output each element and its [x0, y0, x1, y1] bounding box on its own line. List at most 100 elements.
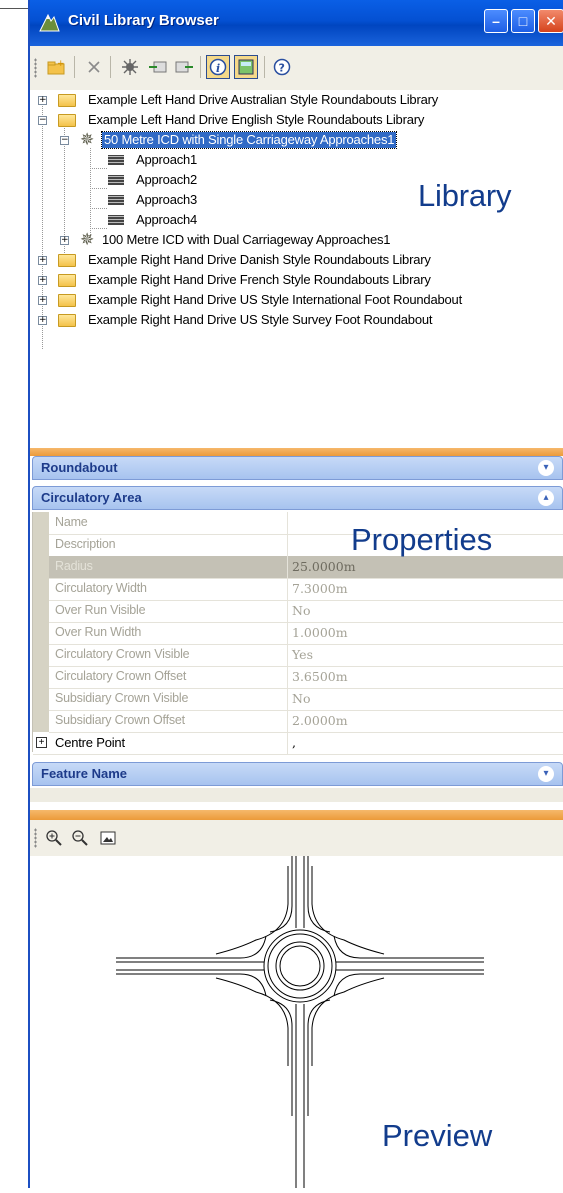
zoom-in-button[interactable]: [42, 826, 66, 850]
new-folder-icon: +: [47, 59, 65, 75]
maximize-icon: □: [518, 13, 528, 29]
approach-icon: [108, 155, 124, 165]
minimize-button[interactable]: –: [484, 9, 508, 33]
svg-text:i: i: [216, 62, 220, 75]
property-name: Radius: [49, 556, 287, 578]
property-value[interactable]: 3.6500m: [287, 666, 563, 688]
expand-icon[interactable]: +: [38, 296, 47, 305]
tree-item-library[interactable]: − Example Left Hand Drive English Style …: [30, 110, 563, 130]
zoom-extents-button[interactable]: [96, 826, 120, 850]
property-value[interactable]: 25.0000m: [287, 556, 563, 578]
properties-grid: Name Description Radius 25.0000m Circulat…: [32, 512, 563, 755]
property-row-circulatory-width[interactable]: Circulatory Width 7.3000m: [33, 578, 563, 601]
tree-item-roundabout-selected[interactable]: − ✵ 50 Metre ICD with Single Carriageway…: [30, 130, 563, 150]
window-title: Civil Library Browser: [68, 12, 219, 29]
info-button[interactable]: i: [206, 55, 230, 79]
add-item-button[interactable]: [118, 55, 142, 79]
property-row-subsidiary-crown-offset[interactable]: Subsidiary Crown Offset 2.0000m: [33, 710, 563, 733]
expand-icon[interactable]: +: [38, 316, 47, 325]
title-bar[interactable]: Civil Library Browser – □ ✕: [30, 0, 563, 46]
property-value[interactable]: No: [287, 688, 563, 710]
approach-icon: [108, 215, 124, 225]
property-value[interactable]: ,: [287, 732, 563, 754]
tree-item-label: Approach2: [136, 172, 198, 187]
property-row-centre-point[interactable]: + Centre Point,: [33, 732, 563, 755]
approach-icon: [108, 195, 124, 205]
tree-item-approach[interactable]: Approach1: [30, 150, 563, 170]
preview-splitter[interactable]: [30, 810, 563, 820]
collapse-icon[interactable]: −: [38, 116, 47, 125]
property-name: Over Run Width: [55, 625, 142, 639]
export-button[interactable]: [172, 55, 196, 79]
import-icon: [149, 61, 167, 73]
feature-name-section-header[interactable]: Feature Name ▾: [32, 762, 563, 786]
info-icon: i: [209, 58, 227, 76]
collapse-chevron-icon[interactable]: ▴: [538, 490, 554, 506]
property-row-radius[interactable]: Radius 25.0000m: [33, 556, 563, 579]
property-value[interactable]: 2.0000m: [287, 710, 563, 732]
section-title: Feature Name: [41, 766, 127, 781]
toolbar-grip[interactable]: [34, 58, 37, 78]
property-value[interactable]: 1.0000m: [287, 622, 563, 644]
tree-item-label: Approach4: [136, 212, 198, 227]
property-name: Circulatory Crown Visible: [55, 647, 190, 661]
maximize-button[interactable]: □: [511, 9, 535, 33]
properties-pane-button[interactable]: [234, 55, 258, 79]
properties-annotation: Properties: [351, 522, 493, 557]
close-button[interactable]: ✕: [538, 9, 563, 33]
property-row-circulatory-crown-offset[interactable]: Circulatory Crown Offset 3.6500m: [33, 666, 563, 689]
main-toolbar: + i ?: [30, 46, 563, 91]
preview-annotation: Preview: [382, 1118, 493, 1153]
toolbar-separator: [264, 56, 265, 78]
collapse-icon[interactable]: −: [60, 136, 69, 145]
property-name: Over Run Visible: [55, 603, 146, 617]
expand-chevron-icon[interactable]: ▾: [538, 766, 554, 782]
zoom-out-icon: [72, 830, 88, 846]
toolbar-separator: [74, 56, 75, 78]
library-tree: + Example Left Hand Drive Australian Sty…: [30, 90, 563, 448]
delete-button[interactable]: [82, 55, 106, 79]
property-value[interactable]: 7.3000m: [287, 578, 563, 600]
tree-item-roundabout[interactable]: + ✵ 100 Metre ICD with Dual Carriageway …: [30, 230, 563, 250]
tree-item-label: Approach1: [136, 152, 198, 167]
help-button[interactable]: ?: [270, 55, 294, 79]
expand-icon[interactable]: +: [38, 276, 47, 285]
tree-item-label: Approach3: [136, 192, 198, 207]
tree-item-library[interactable]: + Example Right Hand Drive Danish Style …: [30, 250, 563, 270]
library-splitter[interactable]: [30, 448, 563, 456]
section-title: Circulatory Area: [41, 490, 142, 505]
toolbar-separator: [200, 56, 201, 78]
library-annotation: Library: [418, 178, 512, 213]
property-name: Circulatory Width: [55, 581, 147, 595]
property-value[interactable]: No: [287, 600, 563, 622]
import-button[interactable]: [146, 55, 170, 79]
tree-item-library[interactable]: + Example Left Hand Drive Australian Sty…: [30, 90, 563, 110]
folder-icon: [58, 294, 76, 307]
tree-item-label: 50 Metre ICD with Single Carriageway App…: [100, 131, 398, 149]
expand-icon[interactable]: +: [38, 96, 47, 105]
tree-item-library[interactable]: + Example Right Hand Drive US Style Inte…: [30, 290, 563, 310]
zoom-out-button[interactable]: [68, 826, 92, 850]
roundabout-preview-canvas[interactable]: Preview: [30, 856, 563, 1188]
property-name: Subsidiary Crown Offset: [55, 713, 185, 727]
roundabout-icon: ✵: [80, 230, 95, 249]
property-row-over-run-width[interactable]: Over Run Width 1.0000m: [33, 622, 563, 645]
tree-item-library[interactable]: + Example Right Hand Drive US Style Surv…: [30, 310, 563, 330]
property-row-over-run-visible[interactable]: Over Run Visible No: [33, 600, 563, 623]
expand-icon[interactable]: +: [36, 737, 47, 748]
roundabout-section-header[interactable]: Roundabout ▾: [32, 456, 563, 480]
property-value[interactable]: Yes: [287, 644, 563, 666]
tree-item-library[interactable]: + Example Right Hand Drive French Style …: [30, 270, 563, 290]
circulatory-area-section-header[interactable]: Circulatory Area ▴: [32, 486, 563, 510]
new-folder-button[interactable]: +: [44, 55, 68, 79]
delete-icon: [88, 61, 100, 73]
expand-chevron-icon[interactable]: ▾: [538, 460, 554, 476]
zoom-in-icon: [46, 830, 62, 846]
property-row-circulatory-crown-visible[interactable]: Circulatory Crown Visible Yes: [33, 644, 563, 667]
folder-icon: [58, 114, 76, 127]
expand-icon[interactable]: +: [38, 256, 47, 265]
property-row-subsidiary-crown-visible[interactable]: Subsidiary Crown Visible No: [33, 688, 563, 711]
property-name: Centre Point: [55, 735, 125, 750]
expand-icon[interactable]: +: [60, 236, 69, 245]
toolbar-grip[interactable]: [34, 828, 37, 848]
